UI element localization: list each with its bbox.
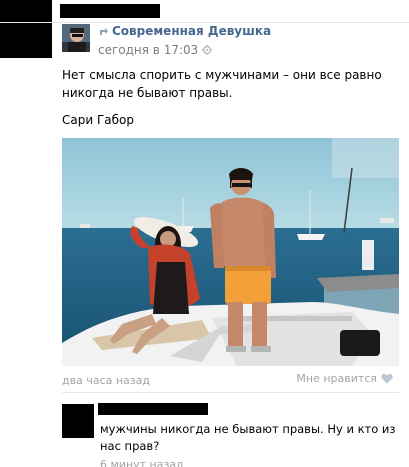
like-label: Мне нравится xyxy=(296,372,377,385)
header-divider xyxy=(0,22,409,23)
comment-divider xyxy=(62,392,399,393)
repost-icon xyxy=(98,26,109,37)
redacted-frame xyxy=(0,0,52,58)
comment-author-redacted xyxy=(98,403,208,415)
comment-avatar-redacted xyxy=(62,404,94,438)
like-button[interactable]: Мне нравится xyxy=(296,372,393,385)
quote-author: Сари Габор xyxy=(62,113,134,127)
post-photo[interactable] xyxy=(62,138,399,366)
post-header: Современная Девушка xyxy=(98,24,271,38)
post-text: Нет смысла спорить с мужчинами – они все… xyxy=(62,68,382,100)
post-meta: сегодня в 17:03 xyxy=(98,43,213,57)
comment-text: мужчины никогда не бывают правы. Ну и кт… xyxy=(100,422,396,453)
heart-icon xyxy=(381,373,393,384)
redacted-header xyxy=(60,4,160,18)
post-date-link[interactable]: сегодня в 17:03 xyxy=(98,43,198,57)
group-avatar[interactable] xyxy=(62,24,90,52)
comment-time-link[interactable]: 6 минут назад xyxy=(100,458,184,467)
post-time-link[interactable]: два часа назад xyxy=(62,374,150,387)
gear-icon[interactable] xyxy=(202,45,213,55)
group-name-link[interactable]: Современная Девушка xyxy=(112,24,271,38)
